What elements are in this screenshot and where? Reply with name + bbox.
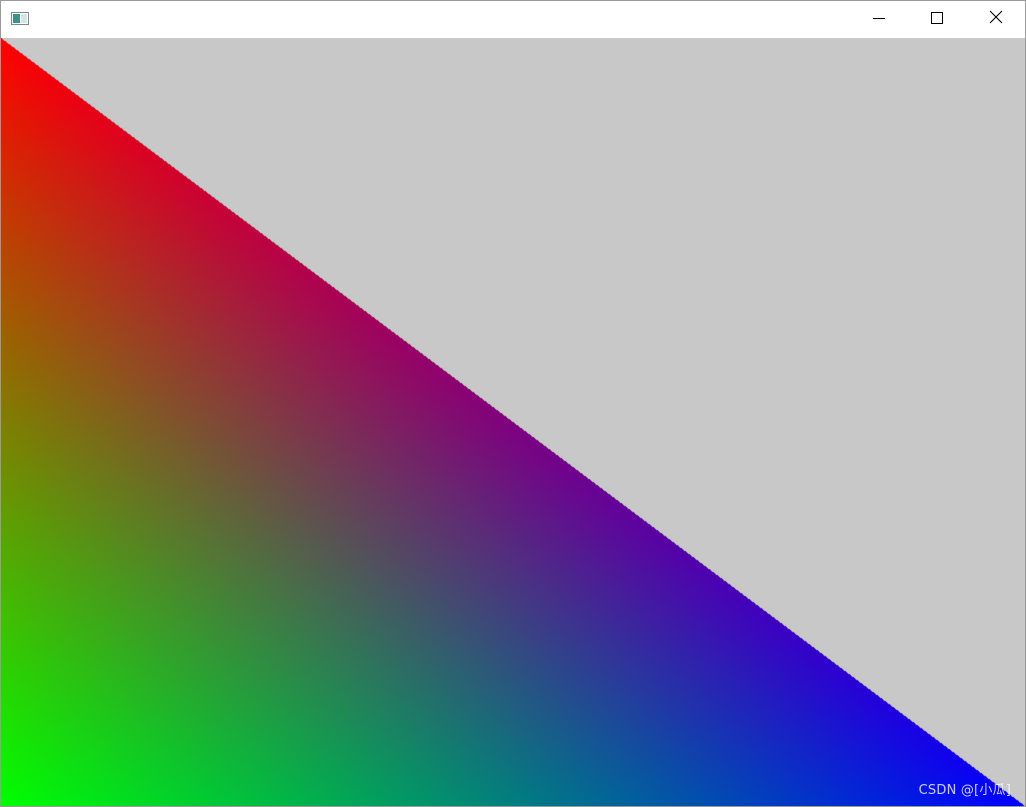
title-bar[interactable] [1,1,1025,38]
minimize-icon [873,11,885,29]
minimize-button[interactable] [850,1,908,38]
watermark: CSDN @[小瓜] [918,783,1011,798]
close-icon [989,10,1003,29]
render-viewport[interactable]: CSDN @[小瓜] [1,38,1025,806]
app-window: CSDN @[小瓜] [0,0,1026,807]
color-interpolated-triangle [1,38,1025,806]
maximize-button[interactable] [908,1,966,38]
window-app-icon[interactable] [11,12,29,25]
maximize-icon [931,11,943,29]
close-button[interactable] [967,1,1025,38]
